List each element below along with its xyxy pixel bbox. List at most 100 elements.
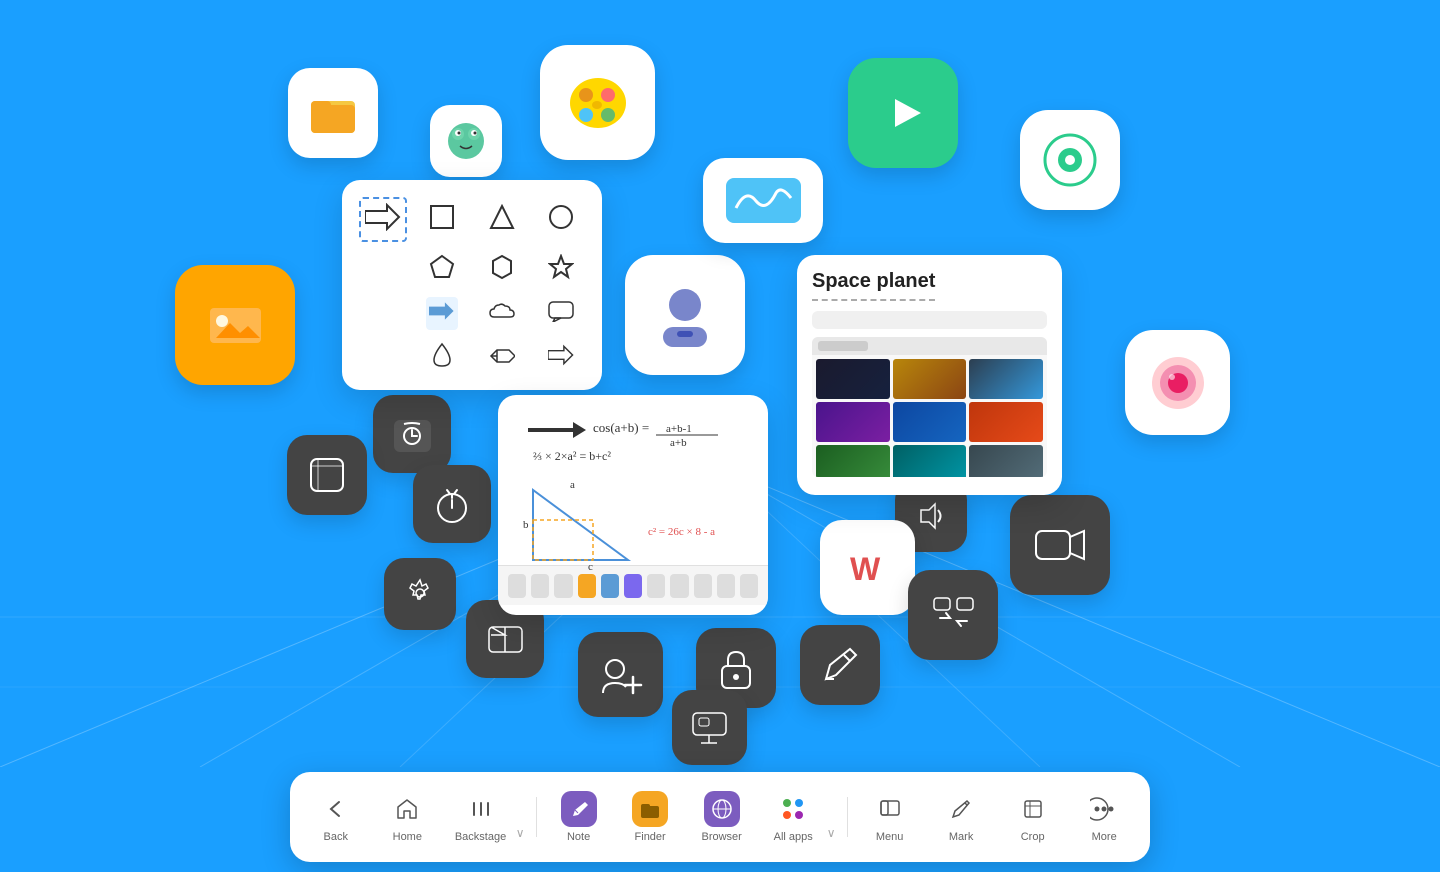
- shape-star[interactable]: [548, 254, 574, 285]
- more-icon: [1086, 791, 1122, 827]
- mark-label: Mark: [949, 831, 973, 843]
- svg-text:⅔ × 2×a² = b+c²: ⅔ × 2×a² = b+c²: [533, 449, 611, 463]
- timer-app-icon[interactable]: [373, 395, 451, 473]
- finder-label: Finder: [635, 831, 666, 843]
- shape-drop[interactable]: [432, 342, 452, 373]
- user-icon: [645, 275, 725, 355]
- taskbar-note[interactable]: Note: [549, 783, 609, 851]
- svg-text:W: W: [850, 551, 881, 587]
- thumb-8: [893, 445, 967, 477]
- edit-icon: [816, 641, 864, 689]
- browser-label: Browser: [701, 831, 741, 843]
- allapps-icon: [775, 791, 811, 827]
- note-label: Note: [567, 831, 590, 843]
- paint-icon: [560, 65, 635, 140]
- shape-circle[interactable]: [548, 204, 574, 235]
- svg-text:c: c: [588, 561, 593, 573]
- gallery-app-icon[interactable]: [175, 265, 295, 385]
- crop-app-icon[interactable]: [287, 435, 367, 515]
- home-label: Home: [393, 831, 422, 843]
- wave-icon: [721, 173, 806, 228]
- paint-app-icon[interactable]: [540, 45, 655, 160]
- cam-icon: [1144, 349, 1212, 417]
- taskbar-more[interactable]: More: [1074, 783, 1134, 851]
- files-icon: [305, 85, 361, 141]
- backstage-label: Backstage: [455, 831, 506, 843]
- videocam-app-icon[interactable]: [1010, 495, 1110, 595]
- adduser-app-icon[interactable]: [578, 632, 663, 717]
- stopwatch-icon: [430, 482, 475, 527]
- videocam-icon: [1028, 513, 1093, 578]
- svg-text:cos(a+b) =: cos(a+b) =: [593, 420, 649, 435]
- crop-label: Crop: [1021, 831, 1045, 843]
- display-icon: [687, 705, 732, 750]
- mark-icon: [943, 791, 979, 827]
- taskbar-crop[interactable]: Crop: [1003, 783, 1063, 851]
- user-app-icon[interactable]: [625, 255, 745, 375]
- wps-icon: W: [838, 538, 898, 598]
- divider-1: [536, 797, 537, 837]
- shape-arrow-right[interactable]: [548, 344, 574, 371]
- more-label: More: [1092, 831, 1117, 843]
- finder-icon: [632, 791, 668, 827]
- display-app-icon[interactable]: [672, 690, 747, 765]
- taskbar-mark[interactable]: Mark: [931, 783, 991, 851]
- switch-icon: [926, 588, 981, 643]
- svg-text:a+b: a+b: [670, 437, 687, 449]
- shape-cloud[interactable]: [488, 301, 516, 326]
- shapes-panel: [342, 180, 602, 390]
- taskbar-backstage[interactable]: Backstage: [449, 783, 512, 851]
- wave-app-icon[interactable]: [703, 158, 823, 243]
- thumb-6: [969, 402, 1043, 442]
- shape-triangle[interactable]: [489, 204, 515, 235]
- divider-2: [847, 797, 848, 837]
- taskbar-menu[interactable]: Menu: [860, 783, 920, 851]
- frog-app-icon[interactable]: [430, 105, 502, 177]
- home-icon: [389, 791, 425, 827]
- browser-inner: [812, 337, 1047, 477]
- taskbar-back[interactable]: Back: [306, 783, 366, 851]
- menu-icon: [872, 791, 908, 827]
- taskbar-allapps[interactable]: All apps: [763, 783, 823, 851]
- crop-floating-icon: [303, 451, 351, 499]
- menu-label: Menu: [876, 831, 904, 843]
- thumb-3: [969, 359, 1043, 399]
- cam-app-icon[interactable]: [1125, 330, 1230, 435]
- browser-card-title: Space planet: [812, 270, 935, 301]
- thumb-4: [816, 402, 890, 442]
- wps-app-icon[interactable]: W: [820, 520, 915, 615]
- svg-text:c² = 26c × 8 - a: c² = 26c × 8 - a: [648, 526, 715, 538]
- files-app-icon[interactable]: [288, 68, 378, 158]
- taskbar-finder[interactable]: Finder: [620, 783, 680, 851]
- present-icon: [483, 617, 528, 662]
- shape-arrow-selected[interactable]: [359, 197, 407, 242]
- taskbar-home[interactable]: Home: [377, 783, 437, 851]
- shape-hexagon[interactable]: [489, 254, 515, 285]
- video-app-icon[interactable]: [848, 58, 958, 168]
- backstage-chevron: ∨: [516, 826, 525, 840]
- thumb-1: [816, 359, 890, 399]
- frog-icon: [441, 116, 491, 166]
- switch-app-icon[interactable]: [908, 570, 998, 660]
- thumb-5: [893, 402, 967, 442]
- thumb-7: [816, 445, 890, 477]
- browser-card: Space planet: [797, 255, 1062, 495]
- shape-speech[interactable]: [547, 300, 575, 327]
- back-icon: [318, 791, 354, 827]
- crop-icon: [1015, 791, 1051, 827]
- timer-icon: [390, 412, 435, 457]
- shape-arrow-filled[interactable]: [426, 297, 458, 330]
- math-drawing: cos(a+b) = a+b-1 a+b ⅔ × 2×a² = b+c² b a…: [518, 410, 758, 580]
- backstage-icon: [463, 791, 499, 827]
- settings-app-icon[interactable]: [384, 558, 456, 630]
- shape-square[interactable]: [429, 204, 455, 235]
- browser-thumbnails: [812, 355, 1047, 477]
- stopwatch-app-icon[interactable]: [413, 465, 491, 543]
- shape-box3d[interactable]: [489, 342, 515, 373]
- shape-pentagon[interactable]: [429, 254, 455, 285]
- taskbar-browser[interactable]: Browser: [692, 783, 752, 851]
- edit-app-icon[interactable]: [800, 625, 880, 705]
- taskbar: Back Home Backstage ∨ Note: [290, 772, 1150, 862]
- video-icon: [871, 81, 936, 146]
- circle-app-icon[interactable]: [1020, 110, 1120, 210]
